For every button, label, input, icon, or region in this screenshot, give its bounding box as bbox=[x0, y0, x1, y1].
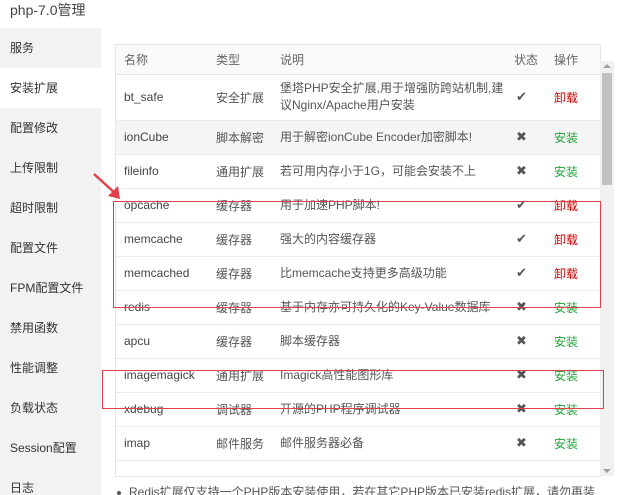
ext-desc: 脚本缓存器 bbox=[272, 324, 506, 359]
check-icon: ✔ bbox=[506, 74, 546, 121]
table-row: imap 邮件服务 邮件服务器必备 ✖ 安装 bbox=[116, 426, 600, 461]
ext-name: imap bbox=[116, 426, 208, 461]
uninstall-button[interactable]: 卸载 bbox=[554, 91, 578, 105]
sidebar-item-timeout-limit[interactable]: 超时限制 bbox=[0, 188, 101, 228]
ext-name: ionCube bbox=[116, 120, 208, 155]
window-title: php-7.0管理 bbox=[0, 0, 637, 28]
header-action: 操作 bbox=[546, 45, 600, 75]
table-header-row: 名称 类型 说明 状态 操作 bbox=[116, 45, 600, 75]
bullet-icon bbox=[117, 490, 121, 495]
redis-note: Redis扩展仅支持一个PHP版本安装使用，若在其它PHP版本已安装redis扩… bbox=[117, 483, 637, 495]
scroll-down-arrow-icon[interactable] bbox=[603, 469, 611, 473]
ext-type: 脚本解密 bbox=[208, 120, 272, 155]
ext-type: 安全扩展 bbox=[208, 74, 272, 121]
highlight-box-cache-extensions bbox=[113, 201, 601, 308]
sidebar-item-session-config[interactable]: Session配置 bbox=[0, 428, 101, 468]
sidebar-item-disabled-functions[interactable]: 禁用函数 bbox=[0, 308, 101, 348]
sidebar-item-fpm-config-file[interactable]: FPM配置文件 bbox=[0, 268, 101, 308]
ext-type: 邮件服务 bbox=[208, 426, 272, 461]
header-type: 类型 bbox=[208, 45, 272, 75]
sidebar-item-load-status[interactable]: 负载状态 bbox=[0, 388, 101, 428]
ext-name: bt_safe bbox=[116, 74, 208, 121]
redis-note-text: Redis扩展仅支持一个PHP版本安装使用，若在其它PHP版本已安装redis扩… bbox=[129, 485, 596, 495]
sidebar-item-upload-limit[interactable]: 上传限制 bbox=[0, 148, 101, 188]
table-scrollbar[interactable] bbox=[600, 61, 614, 476]
install-button[interactable]: 安装 bbox=[554, 165, 578, 179]
ext-type: 缓存器 bbox=[208, 324, 272, 359]
ext-name: apcu bbox=[116, 324, 208, 359]
ext-name: fileinfo bbox=[116, 154, 208, 189]
sidebar-item-performance-tuning[interactable]: 性能调整 bbox=[0, 348, 101, 388]
install-button[interactable]: 安装 bbox=[554, 335, 578, 349]
cross-icon: ✖ bbox=[506, 426, 546, 461]
header-status: 状态 bbox=[506, 45, 546, 75]
cross-icon: ✖ bbox=[506, 120, 546, 155]
install-button[interactable]: 安装 bbox=[554, 131, 578, 145]
header-name: 名称 bbox=[116, 45, 208, 75]
table-row: bt_safe 安全扩展 堡塔PHP安全扩展,用于增强防跨站机制,建议Nginx… bbox=[116, 74, 600, 121]
table-row: ionCube 脚本解密 用于解密ionCube Encoder加密脚本! ✖ … bbox=[116, 120, 600, 155]
header-desc: 说明 bbox=[272, 45, 506, 75]
annotation-arrow-icon bbox=[93, 173, 120, 199]
ext-desc: 用于解密ionCube Encoder加密脚本! bbox=[272, 120, 506, 155]
ext-desc: 堡塔PHP安全扩展,用于增强防跨站机制,建议Nginx/Apache用户安装 bbox=[272, 74, 506, 121]
sidebar: 服务 安装扩展 配置修改 上传限制 超时限制 配置文件 FPM配置文件 禁用函数… bbox=[0, 28, 101, 495]
ext-desc: 邮件服务器必备 bbox=[272, 426, 506, 461]
ext-desc: 若可用内存小于1G，可能会安装不上 bbox=[272, 154, 506, 189]
table-row: apcu 缓存器 脚本缓存器 ✖ 安装 bbox=[116, 324, 600, 359]
scroll-up-arrow-icon[interactable] bbox=[603, 64, 611, 68]
sidebar-item-config-modify[interactable]: 配置修改 bbox=[0, 108, 101, 148]
sidebar-item-config-file[interactable]: 配置文件 bbox=[0, 228, 101, 268]
cross-icon: ✖ bbox=[506, 324, 546, 359]
scrollbar-thumb[interactable] bbox=[602, 73, 612, 185]
install-button[interactable]: 安装 bbox=[554, 437, 578, 451]
sidebar-item-install-extensions[interactable]: 安装扩展 bbox=[0, 68, 101, 108]
sidebar-item-logs[interactable]: 日志 bbox=[0, 468, 101, 495]
cross-icon: ✖ bbox=[506, 154, 546, 189]
table-row: fileinfo 通用扩展 若可用内存小于1G，可能会安装不上 ✖ 安装 bbox=[116, 154, 600, 189]
sidebar-item-service[interactable]: 服务 bbox=[0, 28, 101, 68]
highlight-box-imagemagick bbox=[102, 370, 604, 409]
ext-type: 通用扩展 bbox=[208, 154, 272, 189]
